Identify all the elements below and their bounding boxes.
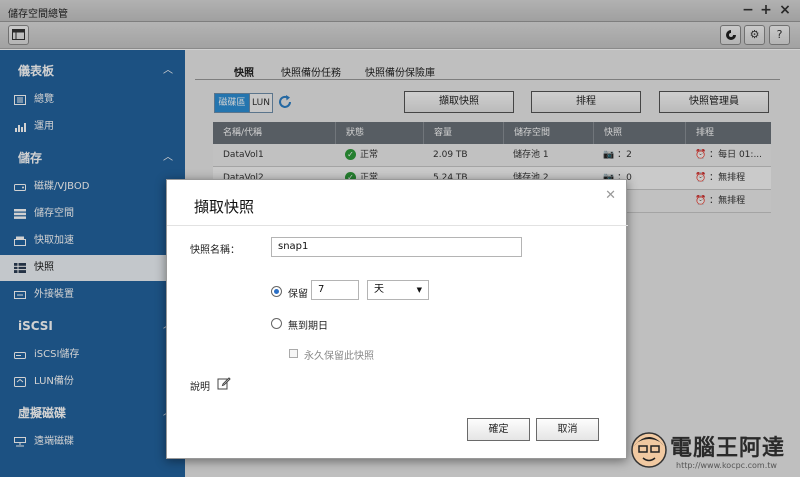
caret-down-icon: ▼ [416,286,422,294]
take-snapshot-dialog: 擷取快照 ✕ 快照名稱： snap1 保留 7 天 ▼ 無到期日 永久保留此快照… [166,179,628,459]
no-expiry-radio[interactable] [271,318,282,329]
retain-unit-select[interactable]: 天 ▼ [367,280,429,300]
watermark-url: http://www.kocpc.com.tw [676,461,777,470]
watermark: 電腦王阿達 http://www.kocpc.com.tw [630,428,796,472]
description-label: 說明 [190,382,210,393]
keep-permanently-checkbox[interactable] [289,349,298,358]
edit-icon[interactable] [217,376,231,390]
divider [167,225,628,226]
retain-days-input[interactable]: 7 [311,280,359,300]
watermark-mascot-icon [631,432,667,468]
retain-radio[interactable] [271,286,282,297]
snapshot-name-label: 快照名稱： [190,245,240,256]
keep-permanently-label: 永久保留此快照 [304,351,374,362]
no-expiry-label: 無到期日 [288,321,328,332]
close-icon[interactable]: ✕ [605,188,616,203]
ok-button[interactable]: 確定 [467,418,530,441]
retain-label: 保留 [288,289,308,300]
cancel-button[interactable]: 取消 [536,418,599,441]
snapshot-name-input[interactable]: snap1 [271,237,522,257]
watermark-text: 電腦王阿達 [670,436,786,461]
dialog-title: 擷取快照 [194,198,255,216]
